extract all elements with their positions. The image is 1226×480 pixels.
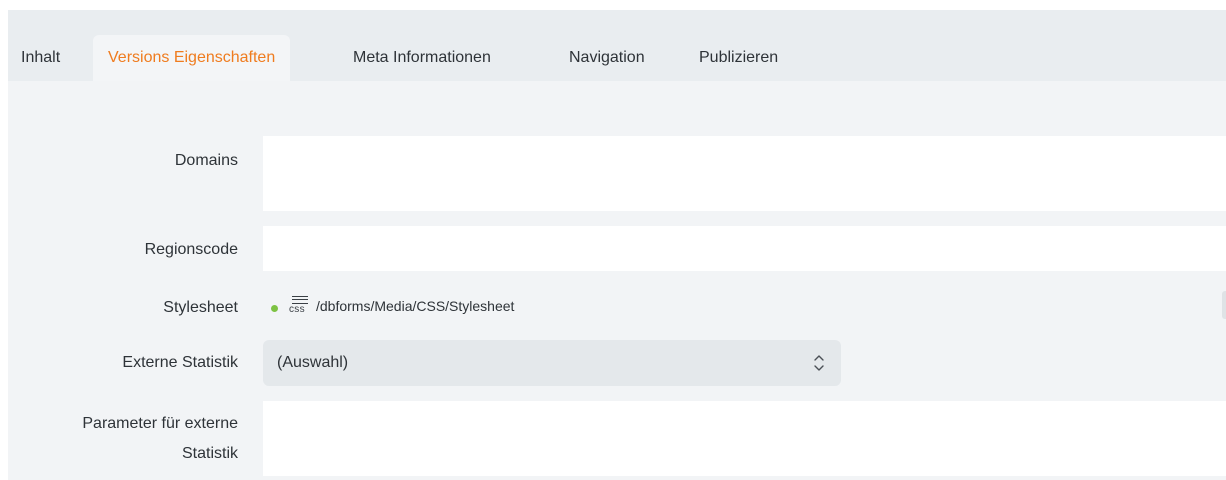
- side-handle[interactable]: [1222, 291, 1226, 319]
- tab-publizieren[interactable]: Publizieren: [699, 35, 778, 81]
- stylesheet-path-link[interactable]: /dbforms/Media/CSS/Stylesheet: [316, 297, 514, 315]
- parameter-label-line2: Statistik: [181, 445, 238, 462]
- parameter-field[interactable]: [263, 401, 1226, 476]
- form-panel: Inhalt Versions Eigenschaften Meta Infor…: [8, 10, 1226, 480]
- regionscode-field[interactable]: [263, 226, 1226, 271]
- domains-label: Domains: [174, 152, 238, 169]
- status-dot-icon: [271, 305, 278, 312]
- externe-statistik-label: Externe Statistik: [122, 354, 238, 371]
- chevron-updown-icon: [814, 355, 824, 371]
- css-file-icon: css: [289, 296, 311, 316]
- tab-inhalt[interactable]: Inhalt: [21, 35, 60, 81]
- externe-statistik-select[interactable]: (Auswahl): [263, 340, 841, 386]
- externe-statistik-selected-value: (Auswahl): [277, 354, 349, 371]
- tab-meta-informationen[interactable]: Meta Informationen: [353, 35, 491, 81]
- tab-content-versions-eigenschaften: Domains Regionscode Stylesheet css /dbfo…: [8, 81, 1226, 480]
- regionscode-label: Regionscode: [144, 241, 238, 258]
- domains-field[interactable]: [263, 136, 1226, 211]
- stylesheet-label: Stylesheet: [163, 299, 238, 316]
- parameter-label-line1: Parameter für externe: [82, 415, 238, 432]
- tab-navigation[interactable]: Navigation: [569, 35, 645, 81]
- tab-versions-eigenschaften[interactable]: Versions Eigenschaften: [93, 35, 291, 81]
- tab-bar: Inhalt Versions Eigenschaften Meta Infor…: [8, 35, 1226, 81]
